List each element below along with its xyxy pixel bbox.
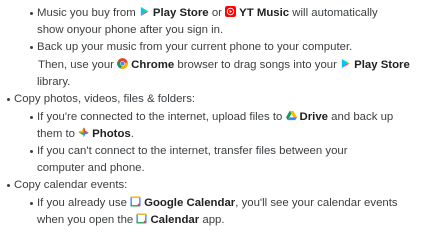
text: Then, use your xyxy=(38,59,118,71)
drive-icon xyxy=(285,110,297,121)
text: or xyxy=(211,7,226,19)
bullet xyxy=(7,184,10,187)
calendar-icon xyxy=(130,196,141,207)
play-store-icon xyxy=(340,58,351,69)
bullet xyxy=(7,98,10,101)
photos-line-2: them to Photos. xyxy=(37,127,134,142)
instructions-panel: Music you buy from Play Store or YT Musi… xyxy=(0,0,421,241)
bullet xyxy=(30,150,33,153)
bullet xyxy=(30,202,33,205)
bullet xyxy=(30,12,33,15)
text: Music you buy from xyxy=(37,7,139,19)
photos-line-4: computer and phone. xyxy=(37,162,145,174)
text: If you're connected to the internet, upl… xyxy=(37,111,286,123)
music-line-3: Back up your music from your current pho… xyxy=(37,41,353,53)
play-store-label: Play Store xyxy=(152,7,209,19)
photos-icon xyxy=(78,127,89,138)
music-line-2: show onyour phone after you sign in. xyxy=(37,24,224,36)
music-line-4: Then, use your Chrome browser to drag so… xyxy=(38,58,410,73)
photos-line-3: If you can't connect to the internet, tr… xyxy=(37,145,348,157)
photos-label: Photos xyxy=(92,128,131,140)
text: when you open the xyxy=(37,214,137,226)
calendar-icon xyxy=(136,213,147,224)
calendar-heading: Copy calendar events: xyxy=(14,179,128,191)
yt-music-icon xyxy=(225,6,237,17)
calendar-label: Calendar xyxy=(150,214,200,226)
photos-line-1: If you're connected to the internet, upl… xyxy=(37,110,393,125)
music-line-5: library. xyxy=(37,76,71,88)
calendar-line-1: If you already use Google Calendar, you'… xyxy=(37,196,398,211)
text: browser to drag songs into your xyxy=(177,59,341,71)
music-line-1: Music you buy from Play Store or YT Musi… xyxy=(37,6,378,21)
text: . xyxy=(130,128,134,140)
photos-heading: Copy photos, videos, files & folders: xyxy=(14,93,196,105)
google-calendar-label: Google Calendar xyxy=(144,197,236,209)
text: If you already use xyxy=(37,197,131,209)
calendar-line-2: when you open the Calendar app. xyxy=(37,213,225,228)
bullet xyxy=(30,46,33,49)
text: will automatically xyxy=(292,7,378,19)
text: and back up xyxy=(331,111,394,123)
chrome-icon xyxy=(117,58,128,69)
text: app. xyxy=(202,214,225,226)
play-store-icon xyxy=(139,6,150,17)
chrome-label: Chrome xyxy=(131,59,175,71)
drive-label: Drive xyxy=(299,111,329,123)
text: them to xyxy=(37,128,79,140)
bullet xyxy=(30,116,33,119)
text: , you'll see your calendar events xyxy=(235,197,398,209)
yt-music-label: YT Music xyxy=(239,7,290,19)
play-store-label: Play Store xyxy=(354,59,410,71)
